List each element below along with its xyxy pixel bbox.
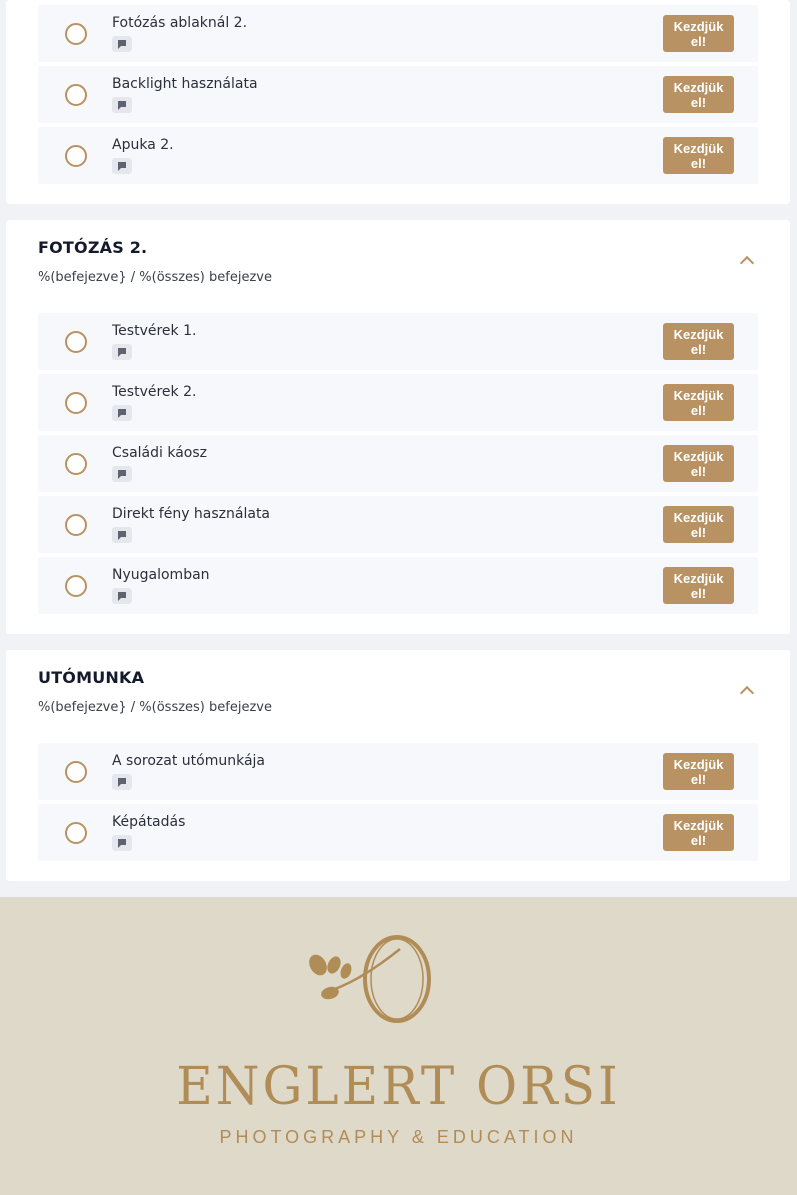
comment-icon xyxy=(112,344,132,360)
completion-radio[interactable] xyxy=(65,145,87,167)
lesson-item[interactable]: Családi káosz Kezdjük el! xyxy=(38,435,758,492)
lesson-item[interactable]: Képátadás Kezdjük el! xyxy=(38,804,758,861)
lesson-title[interactable]: Képátadás xyxy=(112,814,185,830)
comment-icon xyxy=(112,405,132,421)
lesson-item[interactable]: Testvérek 1. Kezdjük el! xyxy=(38,313,758,370)
brand-name: ENGLERT ORSI xyxy=(176,1055,621,1117)
completion-radio[interactable] xyxy=(65,392,87,414)
lesson-title[interactable]: Backlight használata xyxy=(112,76,258,92)
start-button[interactable]: Kezdjük el! xyxy=(663,76,734,113)
lesson-title[interactable]: Családi káosz xyxy=(112,445,207,461)
chevron-up-icon[interactable] xyxy=(739,685,755,701)
comment-icon xyxy=(112,527,132,543)
completion-radio[interactable] xyxy=(65,331,87,353)
chevron-up-icon[interactable] xyxy=(739,255,755,271)
course-section: UTÓMUNKA %(befejezve} / %(összes) befeje… xyxy=(6,650,790,881)
comment-icon xyxy=(112,158,132,174)
lesson-item[interactable]: Apuka 2. Kezdjük el! xyxy=(38,127,758,184)
leaf-letter-o-logo-icon[interactable] xyxy=(300,927,445,1027)
section-progress: %(befejezve} / %(összes) befejezve xyxy=(38,700,272,715)
completion-radio[interactable] xyxy=(65,761,87,783)
lesson-item[interactable]: Nyugalomban Kezdjük el! xyxy=(38,557,758,614)
course-section: Fotózás ablaknál 2. Kezdjük el! Backligh… xyxy=(6,0,790,204)
start-button[interactable]: Kezdjük el! xyxy=(663,323,734,360)
start-button[interactable]: Kezdjük el! xyxy=(663,567,734,604)
completion-radio[interactable] xyxy=(65,84,87,106)
lesson-item[interactable]: Testvérek 2. Kezdjük el! xyxy=(38,374,758,431)
site-footer: ENGLERT ORSI PHOTOGRAPHY & EDUCATION xyxy=(0,897,797,1195)
lesson-item[interactable]: A sorozat utómunkája Kezdjük el! xyxy=(38,743,758,800)
start-button[interactable]: Kezdjük el! xyxy=(663,814,734,851)
completion-radio[interactable] xyxy=(65,453,87,475)
comment-icon xyxy=(112,466,132,482)
completion-radio[interactable] xyxy=(65,514,87,536)
lesson-title[interactable]: Apuka 2. xyxy=(112,137,174,153)
comment-icon xyxy=(112,588,132,604)
comment-icon xyxy=(112,97,132,113)
comment-icon xyxy=(112,774,132,790)
lesson-item[interactable]: Fotózás ablaknál 2. Kezdjük el! xyxy=(38,5,758,62)
start-button[interactable]: Kezdjük el! xyxy=(663,137,734,174)
completion-radio[interactable] xyxy=(65,575,87,597)
lesson-list: A sorozat utómunkája Kezdjük el! Képátad… xyxy=(38,743,758,865)
lesson-title[interactable]: Testvérek 2. xyxy=(112,384,196,400)
section-title: UTÓMUNKA xyxy=(38,668,145,687)
start-button[interactable]: Kezdjük el! xyxy=(663,445,734,482)
lesson-item[interactable]: Direkt fény használata Kezdjük el! xyxy=(38,496,758,553)
completion-radio[interactable] xyxy=(65,23,87,45)
section-progress: %(befejezve} / %(összes) befejezve xyxy=(38,270,272,285)
comment-icon xyxy=(112,36,132,52)
section-title: FOTÓZÁS 2. xyxy=(38,238,148,257)
start-button[interactable]: Kezdjük el! xyxy=(663,753,734,790)
lesson-title[interactable]: Direkt fény használata xyxy=(112,506,270,522)
completion-radio[interactable] xyxy=(65,822,87,844)
lesson-list: Testvérek 1. Kezdjük el! Testvérek 2. Ke… xyxy=(38,313,758,618)
course-section: FOTÓZÁS 2. %(befejezve} / %(összes) befe… xyxy=(6,220,790,634)
lesson-title[interactable]: Fotózás ablaknál 2. xyxy=(112,15,247,31)
lesson-title[interactable]: Nyugalomban xyxy=(112,567,210,583)
lesson-list: Fotózás ablaknál 2. Kezdjük el! Backligh… xyxy=(38,5,758,188)
lesson-title[interactable]: Testvérek 1. xyxy=(112,323,196,339)
start-button[interactable]: Kezdjük el! xyxy=(663,384,734,421)
brand-tagline: PHOTOGRAPHY & EDUCATION xyxy=(219,1127,578,1147)
lesson-item[interactable]: Backlight használata Kezdjük el! xyxy=(38,66,758,123)
start-button[interactable]: Kezdjük el! xyxy=(663,15,734,52)
comment-icon xyxy=(112,835,132,851)
start-button[interactable]: Kezdjük el! xyxy=(663,506,734,543)
lesson-title[interactable]: A sorozat utómunkája xyxy=(112,753,265,769)
